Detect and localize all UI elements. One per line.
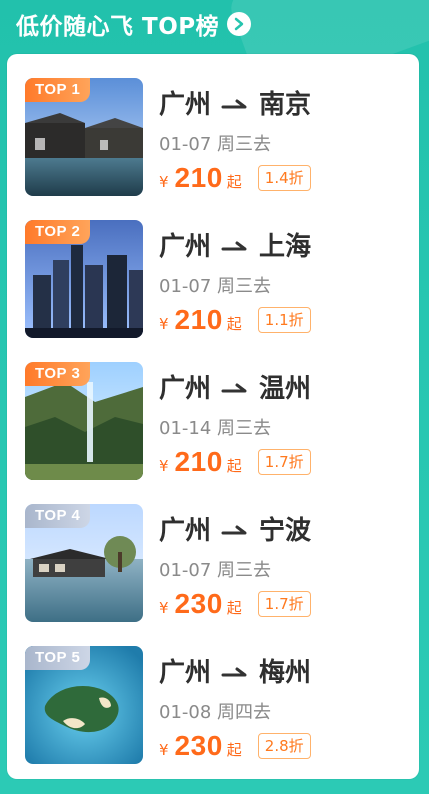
rank-badge: TOP 5 bbox=[25, 646, 91, 670]
price-suffix: 起 bbox=[226, 173, 242, 191]
ranking-item-3[interactable]: TOP 3 广州 温州 01-14 周三去 ¥ 210 起 1.7折 bbox=[25, 362, 405, 480]
destination-city: 宁波 bbox=[259, 516, 312, 546]
chevron-right-icon[interactable] bbox=[227, 12, 252, 36]
route-arrow-icon bbox=[221, 660, 249, 682]
route: 广州 梅州 bbox=[159, 652, 311, 689]
price-suffix: 起 bbox=[226, 457, 242, 475]
travel-date: 01-08 周四去 bbox=[159, 702, 272, 723]
price-row: ¥ 210 起 1.4折 bbox=[159, 162, 311, 194]
destination-photo-ningbo: TOP 4 bbox=[25, 504, 143, 622]
price: 230 bbox=[174, 588, 223, 619]
origin-city: 广州 bbox=[159, 374, 212, 404]
travel-date: 01-07 周三去 bbox=[159, 560, 272, 581]
price: 210 bbox=[174, 446, 223, 477]
route: 广州 上海 bbox=[159, 226, 311, 263]
route-arrow-icon bbox=[221, 92, 249, 114]
price-row: ¥ 230 起 2.8折 bbox=[159, 730, 311, 762]
destination-city: 南京 bbox=[259, 90, 312, 120]
currency-symbol: ¥ bbox=[159, 315, 169, 333]
price: 210 bbox=[174, 304, 223, 335]
origin-city: 广州 bbox=[159, 516, 212, 546]
ranking-item-5[interactable]: TOP 5 广州 梅州 01-08 周四去 ¥ 230 起 2.8折 bbox=[25, 646, 405, 764]
destination-photo-meizhou: TOP 5 bbox=[25, 646, 143, 764]
discount-badge: 1.4折 bbox=[257, 165, 311, 191]
destination-photo-wenzhou: TOP 3 bbox=[25, 362, 143, 480]
discount-badge: 1.7折 bbox=[257, 591, 311, 617]
price-suffix: 起 bbox=[226, 741, 242, 759]
ranking-list-card: TOP 1 广州 南京 01-07 周三去 ¥ 210 起 1.4折 TOP 2… bbox=[7, 54, 419, 779]
price-suffix: 起 bbox=[226, 315, 242, 333]
price-row: ¥ 210 起 1.7折 bbox=[159, 446, 311, 478]
currency-symbol: ¥ bbox=[159, 173, 169, 191]
route-arrow-icon bbox=[221, 234, 249, 256]
route-arrow-icon bbox=[221, 376, 249, 398]
destination-city: 上海 bbox=[259, 232, 312, 262]
ranking-panel: 低价随心飞 TOP榜 TOP 1 广州 南京 01-07 周三去 ¥ 210 起… bbox=[0, 0, 429, 794]
currency-symbol: ¥ bbox=[159, 599, 169, 617]
destination-city: 梅州 bbox=[259, 658, 312, 688]
destination-photo-shanghai: TOP 2 bbox=[25, 220, 143, 338]
price-suffix: 起 bbox=[226, 599, 242, 617]
route: 广州 宁波 bbox=[159, 510, 311, 547]
rank-badge: TOP 3 bbox=[25, 362, 91, 386]
travel-date: 01-07 周三去 bbox=[159, 276, 272, 297]
discount-badge: 1.7折 bbox=[257, 449, 311, 475]
route: 广州 温州 bbox=[159, 368, 311, 405]
currency-symbol: ¥ bbox=[159, 741, 169, 759]
ranking-item-4[interactable]: TOP 4 广州 宁波 01-07 周三去 ¥ 230 起 1.7折 bbox=[25, 504, 405, 622]
ranking-title: 低价随心飞 TOP榜 bbox=[16, 14, 220, 40]
price: 230 bbox=[174, 730, 223, 761]
ranking-header[interactable]: 低价随心飞 TOP榜 bbox=[16, 6, 252, 42]
route: 广州 南京 bbox=[159, 84, 311, 121]
discount-badge: 2.8折 bbox=[257, 733, 311, 759]
rank-badge: TOP 2 bbox=[25, 220, 91, 244]
destination-photo-nanjing: TOP 1 bbox=[25, 78, 143, 196]
origin-city: 广州 bbox=[159, 90, 212, 120]
price: 210 bbox=[174, 162, 223, 193]
discount-badge: 1.1折 bbox=[257, 307, 311, 333]
origin-city: 广州 bbox=[159, 658, 212, 688]
rank-badge: TOP 4 bbox=[25, 504, 91, 528]
ranking-item-1[interactable]: TOP 1 广州 南京 01-07 周三去 ¥ 210 起 1.4折 bbox=[25, 78, 405, 196]
travel-date: 01-14 周三去 bbox=[159, 418, 272, 439]
currency-symbol: ¥ bbox=[159, 457, 169, 475]
price-row: ¥ 230 起 1.7折 bbox=[159, 588, 311, 620]
ranking-item-2[interactable]: TOP 2 广州 上海 01-07 周三去 ¥ 210 起 1.1折 bbox=[25, 220, 405, 338]
rank-badge: TOP 1 bbox=[25, 78, 91, 102]
origin-city: 广州 bbox=[159, 232, 212, 262]
route-arrow-icon bbox=[221, 518, 249, 540]
price-row: ¥ 210 起 1.1折 bbox=[159, 304, 311, 336]
travel-date: 01-07 周三去 bbox=[159, 134, 272, 155]
destination-city: 温州 bbox=[259, 374, 312, 404]
